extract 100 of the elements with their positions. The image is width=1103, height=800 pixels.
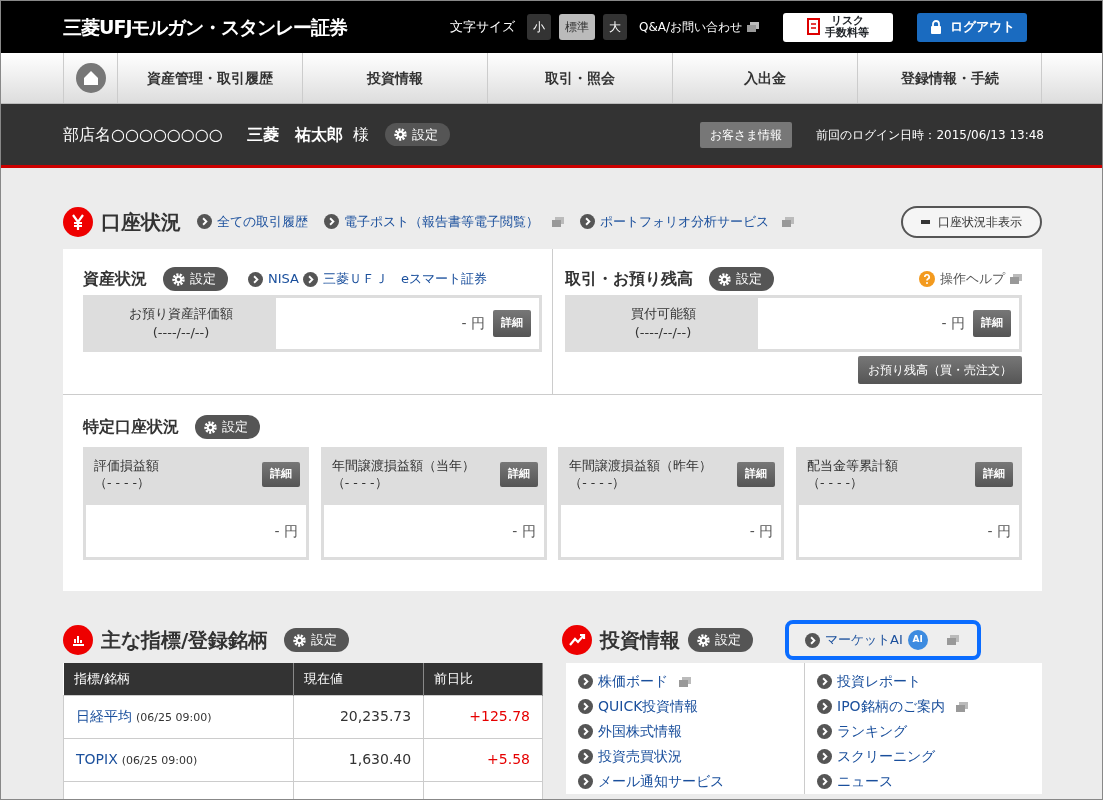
settings-button[interactable]: 設定 (384, 122, 450, 147)
gear-icon (393, 128, 407, 141)
time-text: (06/25 09:00) (121, 754, 198, 767)
chevron-icon (817, 674, 832, 689)
field-label: 評価損益額 (94, 458, 160, 475)
field-label: 年間譲渡損益額（当年） (331, 458, 476, 475)
document-icon (807, 18, 821, 36)
value-text: - 円 (749, 521, 774, 541)
font-size-label: 文字サイズ (449, 18, 515, 37)
customer-info-button[interactable]: お客さま情報 (700, 121, 793, 148)
yen-icon (63, 206, 93, 237)
chevron-icon (578, 674, 593, 689)
link[interactable]: 投資売買状況 (578, 744, 794, 769)
chevron-icon (578, 699, 593, 714)
nav-tab[interactable]: 登録情報・手続 (857, 53, 1042, 103)
settings-button[interactable]: 設定 (688, 628, 753, 652)
index-name[interactable]: 日経平均 (76, 708, 132, 724)
nav-tab[interactable]: 取引・照会 (487, 53, 672, 103)
hide-account-button[interactable]: 口座状況非表示 (901, 205, 1042, 238)
value-text: - 円 (274, 521, 298, 541)
section-title: 口座状況 (101, 208, 181, 236)
link[interactable]: ニュース (817, 769, 1032, 794)
link[interactable]: ポートフォリオ分析サービス (580, 211, 794, 232)
column-header: 指標/銘柄 (63, 663, 294, 695)
chevron-icon (580, 214, 595, 229)
link[interactable]: 投資レポート (817, 669, 1032, 694)
link[interactable]: 株価ボード (578, 669, 794, 694)
date-text: （- - - -） (94, 474, 151, 492)
panel-title: 取引・お預り残高 (565, 268, 693, 290)
link[interactable]: メール通知サービス (578, 769, 794, 794)
contact-link[interactable]: Q&A/お問い合わせ (638, 18, 759, 36)
market-ai-link[interactable]: マーケットAI AI (785, 620, 981, 660)
date-text: （- - - -） (806, 474, 864, 492)
link[interactable]: ランキング (817, 719, 1032, 744)
chevron-icon (817, 774, 832, 789)
gear-icon (204, 420, 217, 434)
detail-button[interactable]: 詳細 (262, 462, 300, 487)
new-window-icon (747, 22, 759, 32)
chevron-icon (197, 214, 212, 229)
chevron-icon (578, 749, 593, 764)
detail-button[interactable]: 詳細 (737, 462, 776, 487)
link[interactable]: 三菱ＵＦＪ eスマート証券 (302, 269, 487, 289)
panel-title: 特定口座状況 (83, 416, 179, 438)
chevron-icon (248, 271, 263, 287)
link[interactable]: 全ての取引履歴 (197, 211, 308, 232)
field-label: 買付可能額 (629, 304, 697, 323)
link[interactable]: 電子ポスト（報告書等電子閲覧） (324, 211, 564, 232)
link[interactable]: スクリーニング (817, 744, 1032, 769)
chevron-icon (805, 632, 820, 648)
column-header: 前日比 (423, 663, 543, 695)
logout-button[interactable]: ログアウト (917, 12, 1027, 42)
panel-title: 資産状況 (83, 268, 147, 290)
nav-tab[interactable]: 投資情報 (302, 53, 487, 103)
help-icon (919, 271, 935, 287)
chevron-icon (817, 724, 832, 739)
ai-badge: AI (907, 630, 928, 650)
link[interactable]: QUICK投資情報 (578, 694, 794, 719)
change-cell: +5.58 (423, 738, 543, 781)
gear-icon (718, 272, 731, 286)
price-cell: 20,235.73 (293, 695, 424, 738)
link[interactable]: IPO銘柄のご案内 (817, 694, 1032, 719)
settings-button[interactable]: 設定 (284, 628, 350, 652)
index-name[interactable]: TOPIX (76, 751, 118, 767)
logo[interactable]: 三菱UFJモルガン・スタンレー証券 (63, 12, 348, 42)
value-text: - 円 (512, 521, 536, 541)
date-text: (----/--/--) (633, 323, 693, 342)
branch-name: 部店名○○○○○○○○ (63, 123, 223, 146)
customer-name: 三菱 祐太郎 (246, 123, 343, 146)
chevron-icon (817, 699, 832, 714)
honorific: 様 (352, 123, 369, 146)
change-cell: +125.78 (423, 695, 543, 738)
gear-icon (172, 272, 185, 286)
risk-button[interactable]: リスク 手数料等 (783, 12, 893, 42)
help-link[interactable]: 操作ヘルプ (919, 269, 1022, 289)
link[interactable]: 外国株式情報 (578, 719, 794, 744)
detail-button[interactable]: 詳細 (493, 310, 531, 337)
home-icon[interactable] (75, 63, 106, 93)
column-header: 現在値 (293, 663, 424, 695)
font-size-button[interactable]: 標準 (558, 14, 595, 40)
settings-button[interactable]: 設定 (195, 415, 260, 439)
date-text: （- - - -） (569, 474, 627, 492)
balance-button[interactable]: お預り残高（買・売注文） (858, 356, 1022, 384)
settings-button[interactable]: 設定 (163, 267, 228, 291)
font-size-button[interactable]: 大 (602, 14, 627, 40)
lock-icon (929, 20, 942, 34)
link[interactable]: NISA (248, 269, 299, 289)
settings-button[interactable]: 設定 (709, 267, 774, 291)
value-text: - 円 (461, 314, 485, 333)
minus-icon (921, 219, 930, 224)
detail-button[interactable]: 詳細 (973, 310, 1011, 337)
field-label: お預り資産評価額 (128, 304, 234, 323)
nav-tab[interactable]: 入出金 (672, 53, 857, 103)
date-text: （- - - -） (331, 474, 389, 492)
new-window-icon (1010, 274, 1022, 284)
font-size-button[interactable]: 小 (526, 14, 551, 40)
detail-button[interactable]: 詳細 (974, 462, 1013, 487)
time-text: (06/25 09:00) (136, 711, 212, 724)
detail-button[interactable]: 詳細 (499, 462, 538, 487)
section-title: 主な指標/登録銘柄 (101, 627, 269, 654)
nav-tab[interactable]: 資産管理・取引履歴 (117, 53, 302, 103)
